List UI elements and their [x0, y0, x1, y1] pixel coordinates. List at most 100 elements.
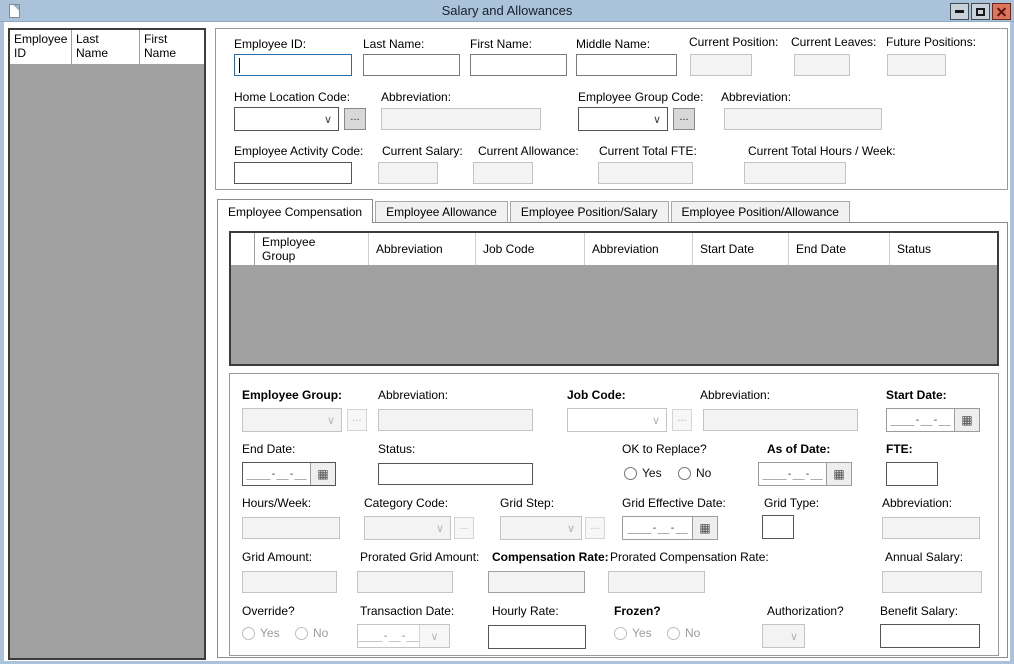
grid-type-label: Grid Type: [764, 496, 819, 510]
as-of-date-label: As of Date: [767, 442, 830, 456]
tab-employee-position-allowance[interactable]: Employee Position/Allowance [671, 201, 850, 222]
employee-group-code-dropdown[interactable]: ∨ [578, 107, 668, 131]
employee-list-col-label: Last Name [76, 32, 120, 61]
grid-type-abbreviation-field [882, 517, 980, 539]
transaction-date-field: ____-__-__ ∨ [357, 624, 450, 648]
employee-group-code-browse-button[interactable]: ... [673, 108, 695, 130]
prorated-compensation-rate-field [608, 571, 705, 593]
date-mask: ____-__-__ [243, 463, 310, 485]
employee-list-col-label: First Name [144, 32, 188, 61]
close-icon [996, 6, 1007, 17]
employee-id-input[interactable] [234, 54, 352, 76]
grid-col-end-date: End Date [789, 233, 890, 265]
middle-name-input[interactable] [576, 54, 677, 76]
as-of-date-field[interactable]: ____-__-__ ▦ [758, 462, 852, 486]
radio-icon [678, 467, 691, 480]
employee-group-abbreviation-field [724, 108, 882, 130]
chevron-down-icon: ∨ [324, 114, 332, 125]
radio-icon [614, 627, 627, 640]
employee-header-form: Employee ID: Last Name: First Name: Midd… [215, 28, 1008, 190]
override-no-radio: No [295, 626, 328, 640]
ok-to-replace-no-radio[interactable]: No [678, 466, 711, 480]
prorated-grid-amount-field [357, 571, 453, 593]
grid-col-employee-group: Employee Group [255, 233, 369, 265]
tab-employee-allowance[interactable]: Employee Allowance [375, 201, 508, 222]
employee-list-col-employee-id: Employee ID [10, 30, 72, 64]
abbreviation-label: Abbreviation: [381, 90, 451, 104]
hours-week-label: Hours/Week: [242, 496, 311, 510]
end-date-label: End Date: [242, 442, 295, 456]
fte-input[interactable] [886, 462, 938, 486]
start-date-calendar-button[interactable]: ▦ [954, 409, 979, 431]
end-date-field[interactable]: ____-__-__ ▦ [242, 462, 336, 486]
grid-col-status: Status [890, 233, 997, 265]
current-total-hours-label: Current Total Hours / Week: [748, 144, 896, 158]
ok-to-replace-yes-radio[interactable]: Yes [624, 466, 662, 480]
tab-strip: Employee Compensation Employee Allowance… [217, 199, 850, 223]
text-caret [239, 58, 240, 73]
radio-label: No [313, 626, 328, 640]
minimize-icon [955, 10, 964, 13]
first-name-input[interactable] [470, 54, 567, 76]
grid-type-input[interactable] [762, 515, 794, 539]
employee-compensation-tab-panel: Employee Group Abbreviation Job Code Abb… [217, 222, 1008, 658]
compensation-detail-form: Employee Group: ∨ ... Abbreviation: Job … [229, 373, 999, 656]
hourly-rate-label: Hourly Rate: [492, 604, 559, 618]
override-label: Override? [242, 604, 295, 618]
grid-amount-field [242, 571, 337, 593]
start-date-label: Start Date: [886, 388, 947, 402]
date-mask: ____-__-__ [623, 517, 692, 539]
employee-group-label: Employee Group: [242, 388, 342, 402]
home-location-code-dropdown[interactable]: ∨ [234, 107, 339, 131]
current-position-label: Current Position: [689, 35, 778, 49]
as-of-date-calendar-button[interactable]: ▦ [826, 463, 851, 485]
salary-and-allowances-window: Salary and Allowances Employee ID Last N… [0, 0, 1014, 664]
current-allowance-label: Current Allowance: [478, 144, 579, 158]
grid-step-browse-button: ... [585, 517, 605, 539]
radio-label: No [685, 626, 700, 640]
grid-amount-label: Grid Amount: [242, 550, 312, 564]
calendar-icon: ▦ [699, 522, 710, 534]
hourly-rate-input[interactable] [488, 625, 586, 649]
current-salary-field [378, 162, 438, 184]
compensation-rate-field [488, 571, 585, 593]
current-leaves-field [794, 54, 850, 76]
tab-employee-compensation[interactable]: Employee Compensation [217, 199, 373, 223]
first-name-label: First Name: [470, 37, 532, 51]
home-location-abbreviation-field [381, 108, 541, 130]
compensation-rate-label: Compensation Rate: [492, 550, 609, 564]
abbreviation-label: Abbreviation: [882, 496, 952, 510]
home-location-code-browse-button[interactable]: ... [344, 108, 366, 130]
job-code-label: Job Code: [567, 388, 626, 402]
last-name-label: Last Name: [363, 37, 424, 51]
radio-icon [295, 627, 308, 640]
minimize-button[interactable] [950, 3, 969, 20]
annual-salary-label: Annual Salary: [885, 550, 963, 564]
employee-activity-code-input[interactable] [234, 162, 352, 184]
grid-effective-date-calendar-button[interactable]: ▦ [692, 517, 717, 539]
benefit-salary-input[interactable] [880, 624, 980, 648]
job-code-browse-button: ... [672, 409, 692, 431]
employee-list-col-last-name: Last Name [72, 30, 140, 64]
end-date-calendar-button[interactable]: ▦ [310, 463, 335, 485]
calendar-icon: ▦ [833, 468, 844, 480]
grid-effective-date-field[interactable]: ____-__-__ ▦ [622, 516, 718, 540]
last-name-input[interactable] [363, 54, 460, 76]
job-code-abbreviation-field [703, 409, 858, 431]
employee-group-code-label: Employee Group Code: [578, 90, 703, 104]
radio-label: No [696, 466, 711, 480]
date-mask: ____-__-__ [887, 409, 954, 431]
date-mask: ____-__-__ [358, 625, 419, 647]
compensation-grid-header: Employee Group Abbreviation Job Code Abb… [231, 233, 997, 265]
chevron-down-icon: ∨ [567, 523, 575, 534]
employee-group-abbreviation-field [378, 409, 533, 431]
current-leaves-label: Current Leaves: [791, 35, 876, 49]
tab-employee-position-salary[interactable]: Employee Position/Salary [510, 201, 669, 222]
chevron-down-icon: ∨ [653, 114, 661, 125]
close-button[interactable] [992, 3, 1011, 20]
category-code-label: Category Code: [364, 496, 448, 510]
status-input[interactable] [378, 463, 533, 485]
override-yes-radio: Yes [242, 626, 280, 640]
start-date-field[interactable]: ____-__-__ ▦ [886, 408, 980, 432]
maximize-button[interactable] [971, 3, 990, 20]
